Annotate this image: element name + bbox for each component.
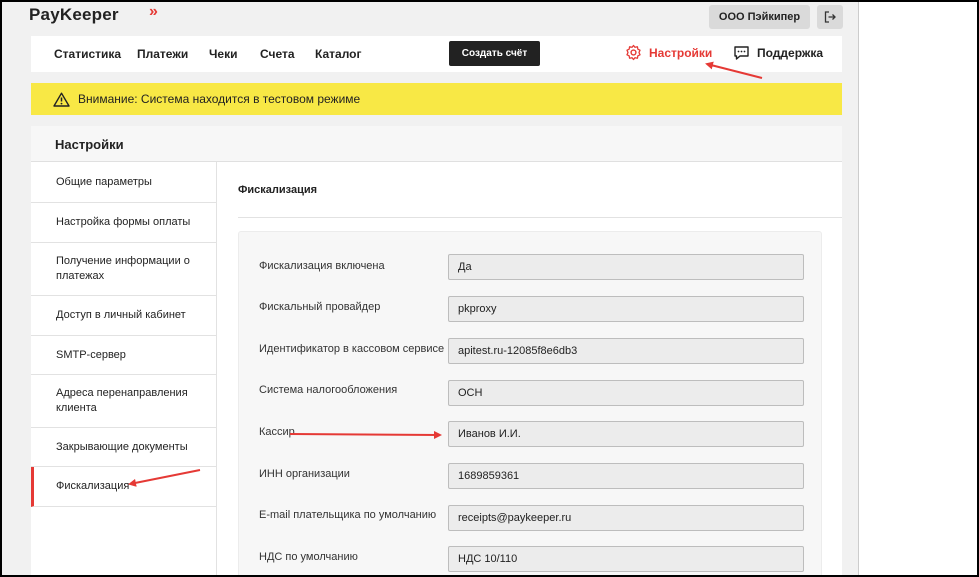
field-label-inn: ИНН организации xyxy=(259,468,350,480)
settings-header: Настройки xyxy=(31,126,842,162)
nav-item-support[interactable]: Поддержка xyxy=(733,44,823,61)
top-navigation: Статистика Платежи Чеки Счета Каталог Со… xyxy=(31,36,842,72)
sidebar-item-payment-form[interactable]: Настройка формы оплаты xyxy=(31,203,216,243)
nav-item-invoices[interactable]: Счета xyxy=(260,47,295,61)
field-label-tax-system: Система налогообложения xyxy=(259,384,398,396)
test-mode-warning: Внимание: Система находится в тестовом р… xyxy=(31,83,842,115)
sidebar-item-closing-documents[interactable]: Закрывающие документы xyxy=(31,428,216,467)
settings-sidebar: Общие параметры Настройка формы оплаты П… xyxy=(31,162,217,575)
field-label-fiscal-enabled: Фискализация включена xyxy=(259,260,385,272)
field-cashier[interactable]: Иванов И.И. xyxy=(448,421,804,447)
gear-icon xyxy=(626,44,641,61)
fiscalization-form: Фискализация включена Да Фискальный пров… xyxy=(238,231,822,575)
fiscalization-section: Фискализация Фискализация включена Да Фи… xyxy=(217,162,842,575)
nav-item-receipts[interactable]: Чеки xyxy=(209,47,238,61)
section-title: Фискализация xyxy=(238,184,318,196)
field-label-fiscal-provider: Фискальный провайдер xyxy=(259,301,381,313)
logout-icon xyxy=(824,11,836,23)
field-payer-email[interactable]: receipts@paykeeper.ru xyxy=(448,505,804,531)
field-cashbox-id[interactable]: apitest.ru-12085f8e6db3 xyxy=(448,338,804,364)
chat-icon xyxy=(734,46,749,60)
sidebar-item-general[interactable]: Общие параметры xyxy=(31,162,216,203)
blank-area xyxy=(858,2,977,575)
sidebar-item-account-access[interactable]: Доступ в личный кабинет xyxy=(31,296,216,336)
app-logo[interactable]: PayKeeper » xyxy=(29,3,158,25)
field-label-cashbox-id: Идентификатор в кассовом сервисе xyxy=(259,343,445,355)
field-label-default-vat: НДС по умолчанию xyxy=(259,551,358,563)
field-inn[interactable]: 1689859361 xyxy=(448,463,804,489)
nav-item-statistics[interactable]: Статистика xyxy=(54,47,121,61)
nav-item-catalog[interactable]: Каталог xyxy=(315,47,362,61)
app-content: PayKeeper » ООО Пэйкипер Статистика Плат… xyxy=(2,2,858,575)
page-title: Настройки xyxy=(55,137,124,152)
screenshot-frame: PayKeeper » ООО Пэйкипер Статистика Плат… xyxy=(0,0,979,577)
warning-icon xyxy=(53,92,70,107)
field-label-cashier: Кассир xyxy=(259,426,295,438)
sidebar-item-payment-info[interactable]: Получение информации о платежах xyxy=(31,243,216,296)
sidebar-item-redirect-addresses[interactable]: Адреса перенаправления клиента xyxy=(31,375,216,428)
field-label-payer-email: E-mail плательщика по умолчанию xyxy=(259,509,437,521)
create-invoice-button[interactable]: Создать счёт xyxy=(449,41,540,66)
logo-chevrons-icon: » xyxy=(149,3,159,20)
divider xyxy=(238,217,842,218)
organization-button[interactable]: ООО Пэйкипер xyxy=(709,5,810,29)
warning-text: Внимание: Система находится в тестовом р… xyxy=(78,92,361,106)
support-label: Поддержка xyxy=(757,45,824,60)
field-tax-system[interactable]: ОСН xyxy=(448,380,804,406)
sidebar-item-smtp[interactable]: SMTP-сервер xyxy=(31,336,216,375)
field-fiscal-enabled[interactable]: Да xyxy=(448,254,804,280)
logo-text: PayKeeper xyxy=(29,5,119,24)
nav-item-settings[interactable]: Настройки xyxy=(625,44,712,61)
field-fiscal-provider[interactable]: pkproxy xyxy=(448,296,804,322)
sidebar-item-fiscalization[interactable]: Фискализация xyxy=(31,467,216,507)
settings-label: Настройки xyxy=(649,45,713,60)
field-default-vat[interactable]: НДС 10/110 xyxy=(448,546,804,572)
logout-button[interactable] xyxy=(817,5,843,29)
nav-item-payments[interactable]: Платежи xyxy=(137,47,188,61)
